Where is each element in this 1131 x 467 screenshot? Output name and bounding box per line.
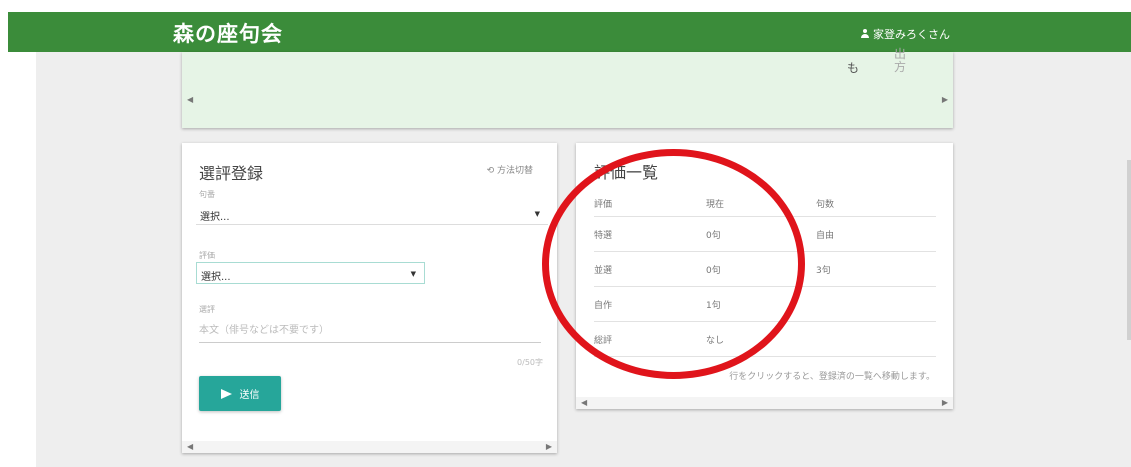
table-cell: 特選: [594, 216, 706, 252]
table-row[interactable]: 並選 0句 3句: [594, 251, 936, 287]
scroll-left-icon[interactable]: ◀: [187, 95, 193, 104]
rating-label: 評価: [199, 251, 215, 260]
page-scrollbar[interactable]: [1127, 160, 1131, 340]
table-cell: 総評: [594, 321, 706, 357]
column-header: 現在: [706, 191, 816, 217]
vertical-text: 方: [894, 60, 907, 74]
table-cell: 1句: [706, 286, 816, 322]
refresh-icon: ⟲: [486, 166, 495, 176]
table-cell: [816, 286, 936, 322]
table-cell: 自作: [594, 286, 706, 322]
caret-down-icon: ▼: [410, 270, 416, 278]
comment-underline: [199, 342, 541, 343]
scroll-right-icon[interactable]: ▶: [546, 442, 552, 451]
table-cell: なし: [706, 321, 816, 357]
table-hint: 行をクリックすると、登録済の一覧へ移動します。: [729, 372, 935, 382]
table-cell: 並選: [594, 251, 706, 287]
left-margin: [0, 52, 36, 467]
haiku-list-card: も 出 方 ◀ ▶: [182, 48, 953, 128]
evaluation-list-card: 評価一覧 評価 現在 句数 特選 0句 自由 並選 0句 3句 自作 1句 総評…: [576, 143, 953, 409]
scroll-left-icon[interactable]: ◀: [581, 398, 587, 407]
table-row[interactable]: 総評 なし: [594, 321, 936, 357]
site-title[interactable]: 森の座句会: [173, 18, 283, 48]
caret-down-icon: ▼: [534, 210, 540, 218]
table-header-row: 評価 現在 句数: [594, 191, 936, 217]
column-header: 句数: [816, 191, 936, 217]
send-icon: [220, 388, 232, 399]
character-counter: 0/50字: [517, 358, 543, 367]
form-title: 選評登録: [199, 164, 264, 183]
switch-method-link[interactable]: ⟲ 方法切替: [487, 163, 533, 176]
vertical-text: 出: [894, 47, 907, 61]
send-button[interactable]: 送信: [199, 376, 281, 411]
user-name: 家登みろくさん: [873, 28, 950, 41]
evaluation-table: 評価 現在 句数 特選 0句 自由 並選 0句 3句 自作 1句 総評 なし: [594, 191, 936, 357]
top-navbar: 森の座句会 家登みろくさん: [8, 12, 1131, 52]
comment-input[interactable]: 本文（俳号などは不要です）: [199, 321, 329, 336]
person-icon: [860, 29, 870, 39]
vertical-text: も: [847, 61, 860, 75]
table-row[interactable]: 自作 1句: [594, 286, 936, 322]
haiku-number-label: 句番: [199, 190, 215, 199]
horizontal-scrollbar[interactable]: ◀ ▶: [182, 441, 557, 453]
selection-form-card: 選評登録 ⟲ 方法切替 句番 選択... ▼ 評価 選択... ▼ 選評 本文（…: [182, 143, 557, 453]
haiku-number-select[interactable]: 選択... ▼: [196, 203, 548, 225]
horizontal-scrollbar[interactable]: ◀ ▶: [182, 94, 953, 106]
table-cell: [816, 321, 936, 357]
horizontal-scrollbar[interactable]: ◀ ▶: [576, 397, 953, 409]
scroll-right-icon[interactable]: ▶: [942, 95, 948, 104]
table-cell: 自由: [816, 216, 936, 252]
table-row[interactable]: 特選 0句 自由: [594, 216, 936, 252]
table-cell: 0句: [706, 251, 816, 287]
scroll-left-icon[interactable]: ◀: [187, 442, 193, 451]
column-header: 評価: [594, 191, 706, 217]
rating-select[interactable]: 選択... ▼: [196, 262, 425, 284]
user-menu[interactable]: 家登みろくさん: [860, 26, 950, 42]
scroll-right-icon[interactable]: ▶: [942, 398, 948, 407]
comment-label: 選評: [199, 305, 215, 314]
table-cell: 3句: [816, 251, 936, 287]
list-title: 評価一覧: [594, 163, 659, 182]
table-cell: 0句: [706, 216, 816, 252]
